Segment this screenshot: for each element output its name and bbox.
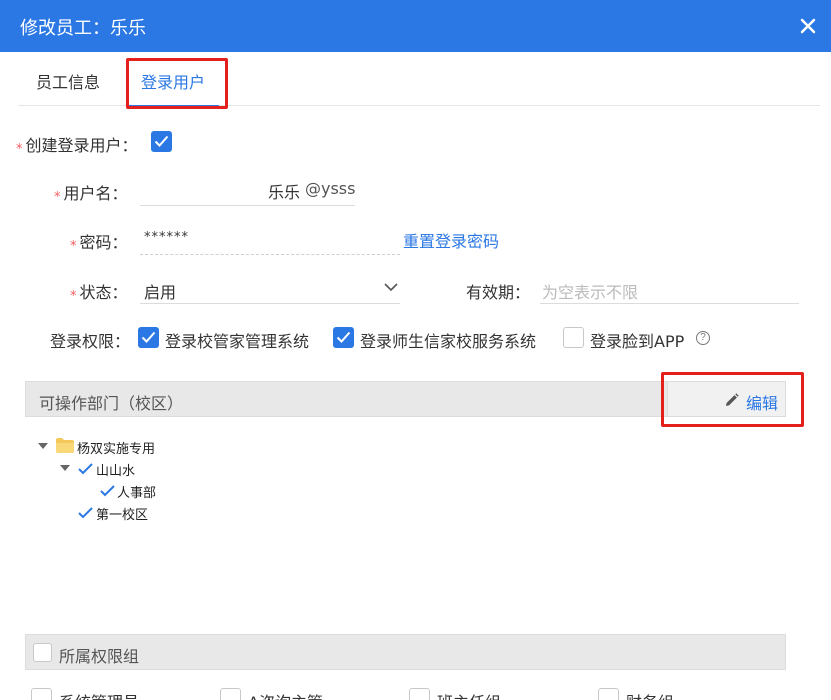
chevron-down-icon — [384, 283, 398, 292]
check-icon — [100, 485, 115, 497]
check-icon — [78, 463, 93, 475]
permission-checkbox-homeschool[interactable] — [333, 327, 354, 348]
permission-option-homeschool[interactable]: 登录师生信家校服务系统 — [360, 328, 536, 352]
tree-label-sibling: 第一校区 — [96, 508, 149, 523]
permissions-label: 登录权限： — [50, 332, 131, 351]
close-icon[interactable] — [796, 14, 820, 38]
caret-down-icon[interactable] — [60, 465, 70, 473]
group-checkbox[interactable] — [220, 688, 241, 700]
required-marker: * — [70, 239, 77, 254]
group-label: A咨询主管 — [248, 689, 323, 700]
password-value: ****** — [144, 230, 189, 245]
password-label: * 密码： — [70, 229, 128, 254]
tab-employee-info[interactable]: 员工信息 — [36, 60, 100, 106]
check-icon — [154, 135, 169, 147]
groups-title: 所属权限组 — [59, 647, 140, 666]
required-marker: * — [54, 190, 61, 205]
tree-node-sibling[interactable]: 第一校区 — [78, 502, 278, 523]
tree-label-child: 山山水 — [96, 464, 136, 479]
permission-option-face-app[interactable]: 登录脸到APP — [590, 328, 684, 352]
group-label: 班主任组 — [437, 689, 501, 700]
required-marker: * — [16, 142, 23, 157]
username-field[interactable]: 乐乐 @ysss — [140, 172, 355, 206]
tab-login-user[interactable]: 登录用户 — [126, 60, 220, 107]
caret-down-icon[interactable] — [38, 443, 48, 451]
folder-icon — [56, 438, 74, 453]
status-label-text: 状态： — [79, 283, 128, 302]
permission-option-manager[interactable]: 登录校管家管理系统 — [165, 328, 309, 352]
help-icon[interactable]: ? — [696, 331, 710, 345]
group-label: 系统管理员 — [59, 689, 139, 700]
permission-checkbox-manager[interactable] — [138, 327, 159, 348]
status-value: 启用 — [144, 283, 177, 302]
username-suffix: @ysss — [305, 179, 356, 198]
reset-password-link[interactable]: 重置登录密码 — [403, 228, 499, 252]
check-icon — [336, 331, 351, 343]
check-icon — [141, 331, 156, 343]
required-marker: * — [70, 289, 77, 304]
group-label: 财务组 — [626, 689, 674, 700]
create-login-label-text: 创建登录用户： — [25, 136, 138, 155]
status-select[interactable]: 启用 — [140, 270, 400, 304]
permission-checkbox-face-app[interactable] — [563, 327, 584, 348]
tree-label-root: 杨双实施专用 — [77, 442, 156, 457]
tab-bar: 员工信息 登录用户 — [18, 60, 820, 107]
create-login-checkbox[interactable] — [151, 131, 172, 152]
validity-placeholder: 为空表示不限 — [542, 283, 639, 302]
password-field[interactable]: ****** — [140, 221, 400, 255]
tree-node-grandchild[interactable]: 人事部 — [100, 480, 300, 501]
username-value: 乐乐 — [268, 183, 301, 202]
status-label: * 状态： — [70, 279, 128, 304]
check-icon — [78, 507, 93, 519]
password-label-text: 密码： — [79, 233, 128, 252]
dialog-title-bar: 修改员工：乐乐 — [0, 0, 831, 52]
username-label: * 用户名： — [54, 180, 128, 205]
group-checkbox[interactable] — [31, 688, 52, 700]
tree-node-root[interactable]: 杨双实施专用 — [38, 436, 238, 457]
edit-label: 编辑 — [746, 394, 779, 413]
edit-departments-button[interactable]: 编辑 — [667, 382, 785, 416]
dialog-title: 修改员工：乐乐 — [20, 18, 146, 39]
validity-label: 有效期： — [466, 283, 531, 302]
tree-node-child[interactable]: 山山水 — [60, 458, 260, 479]
groups-header: 所属权限组 — [25, 634, 786, 670]
username-label-text: 用户名： — [63, 184, 128, 203]
tree-label-grandchild: 人事部 — [117, 486, 157, 501]
departments-header: 可操作部门（校区） 编辑 — [25, 381, 786, 417]
create-login-label: * 创建登录用户： — [16, 132, 138, 157]
departments-title: 可操作部门（校区） — [39, 394, 184, 413]
group-checkbox[interactable] — [409, 688, 430, 700]
validity-field[interactable]: 为空表示不限 — [540, 270, 799, 304]
group-checkbox[interactable] — [598, 688, 619, 700]
pencil-icon — [726, 393, 739, 406]
groups-select-all-checkbox[interactable] — [33, 643, 52, 662]
